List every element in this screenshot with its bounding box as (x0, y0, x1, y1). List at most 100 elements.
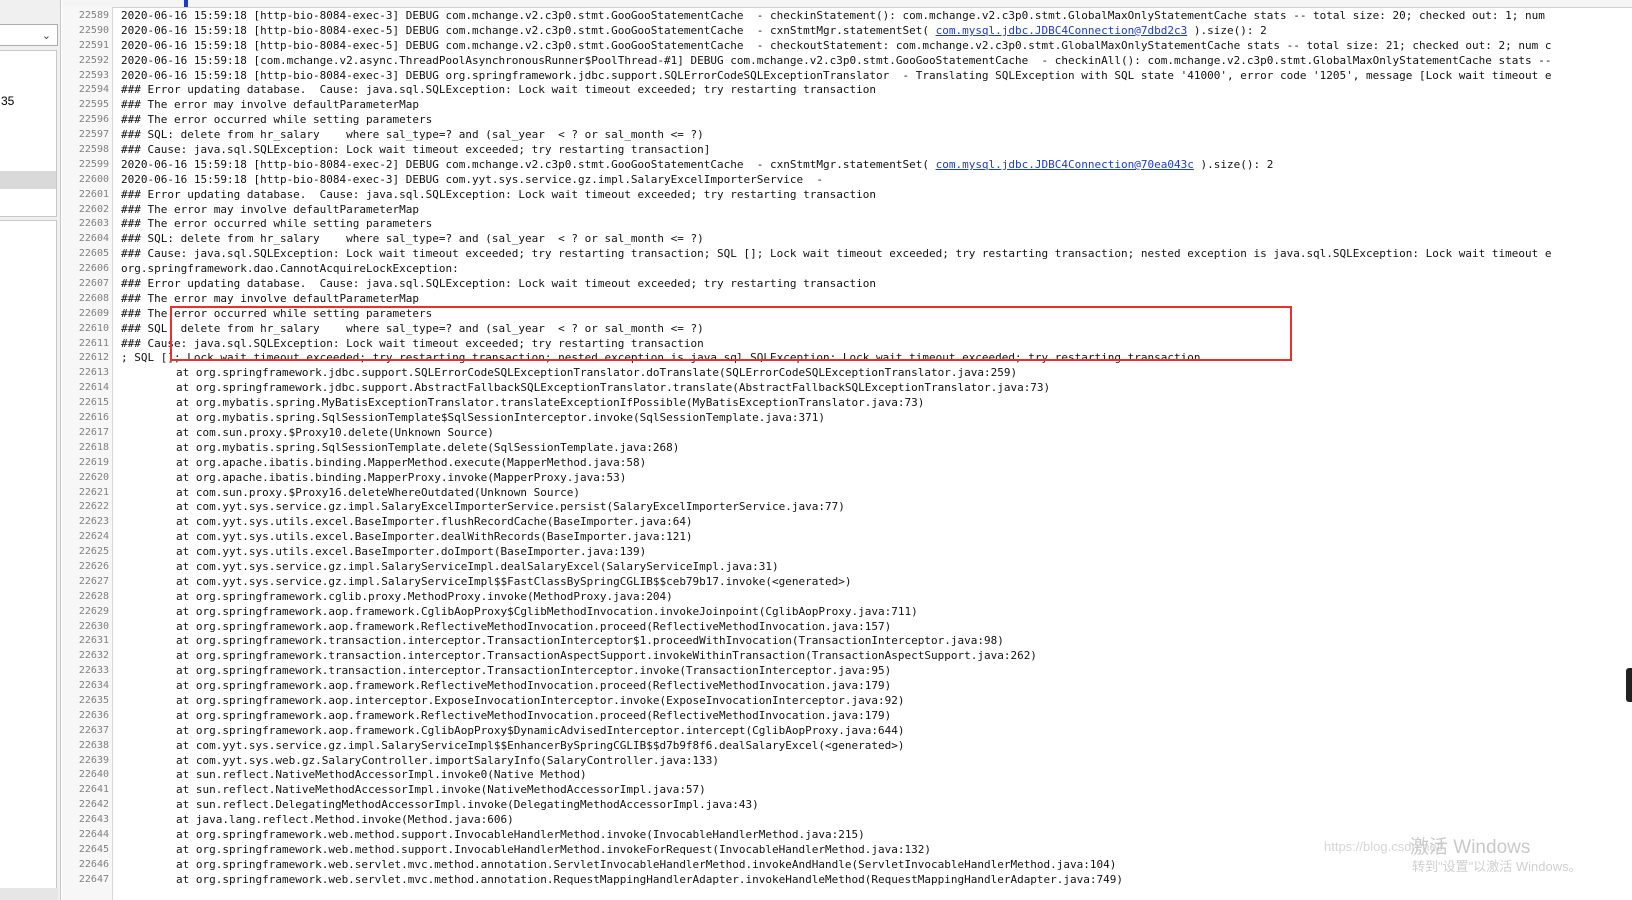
log-line[interactable]: 22596 ### The error occurred while settin… (62, 113, 1632, 128)
log-line-text: at sun.reflect.DelegatingMethodAccessorI… (121, 798, 759, 813)
log-line[interactable]: 22610 ### SQL: delete from hr_salary wher… (62, 322, 1632, 337)
line-number: 22605 (78, 248, 109, 260)
log-line[interactable]: 22627 at com.yyt.sys.service.gz.impl.Sala… (62, 575, 1632, 590)
log-line[interactable]: 22626 at com.yyt.sys.service.gz.impl.Sala… (62, 560, 1632, 575)
log-line[interactable]: 22613 at org.springframework.jdbc.support… (62, 366, 1632, 381)
log-line[interactable]: 22600 2020-06-16 15:59:18 [http-bio-8084-… (62, 173, 1632, 188)
log-line[interactable]: 22631 at org.springframework.transaction.… (62, 634, 1632, 649)
log-line[interactable]: 22615 at org.mybatis.spring.MyBatisExcept… (62, 396, 1632, 411)
log-line[interactable]: 22641 at sun.reflect.NativeMethodAccessor… (62, 783, 1632, 798)
connection-link[interactable]: com.mysql.jdbc.JDBC4Connection@7dbd2c3 (936, 24, 1188, 37)
line-number: 22616 (78, 412, 109, 424)
line-number: 22637 (78, 724, 109, 736)
line-number: 22646 (78, 858, 109, 870)
log-text-segment: 2020-06-16 15:59:18 [http-bio-8084-exec-… (121, 9, 1545, 22)
log-line-text: at org.mybatis.spring.SqlSessionTemplate… (121, 411, 825, 426)
log-line[interactable]: 22617 at com.sun.proxy.$Proxy10.delete(Un… (62, 426, 1632, 441)
right-edge-handle[interactable] (1626, 668, 1632, 702)
log-line-text: ### SQL: delete from hr_salary where sal… (121, 232, 704, 247)
line-number: 22643 (78, 814, 109, 826)
log-line[interactable]: 22634 at org.springframework.aop.framewor… (62, 679, 1632, 694)
log-line[interactable]: 22621 at com.sun.proxy.$Proxy16.deleteWhe… (62, 486, 1632, 501)
log-line[interactable]: 22605 ### Cause: java.sql.SQLException: L… (62, 247, 1632, 262)
log-line[interactable]: 22601 ### Error updating database. Cause:… (62, 188, 1632, 203)
log-line-text: at com.yyt.sys.service.gz.impl.SalarySer… (121, 560, 779, 575)
log-line-text: ### The error occurred while setting par… (121, 113, 432, 128)
log-line[interactable]: 22616 at org.mybatis.spring.SqlSessionTem… (62, 411, 1632, 426)
left-list-selected-row[interactable] (0, 171, 56, 189)
log-line[interactable]: 22625 at com.yyt.sys.utils.excel.BaseImpo… (62, 545, 1632, 560)
log-line-text: at org.springframework.jdbc.support.SQLE… (121, 366, 1017, 381)
log-line-text: org.springframework.dao.CannotAcquireLoc… (121, 262, 459, 277)
log-line[interactable]: 22622 at com.yyt.sys.service.gz.impl.Sala… (62, 500, 1632, 515)
log-line[interactable]: 22647 at org.springframework.web.servlet.… (62, 873, 1632, 888)
log-line[interactable]: 22623 at com.yyt.sys.utils.excel.BaseImpo… (62, 515, 1632, 530)
log-line[interactable]: 22632 at org.springframework.transaction.… (62, 649, 1632, 664)
log-line[interactable]: 22620 at org.apache.ibatis.binding.Mapper… (62, 471, 1632, 486)
log-line[interactable]: 22630 at org.springframework.aop.framewor… (62, 620, 1632, 635)
log-line[interactable]: 22593 2020-06-16 15:59:18 [http-bio-8084-… (62, 69, 1632, 84)
line-number: 22642 (78, 799, 109, 811)
line-number: 22606 (78, 263, 109, 275)
log-line[interactable]: 22642 at sun.reflect.DelegatingMethodAcce… (62, 798, 1632, 813)
log-line[interactable]: 22590 2020-06-16 15:59:18 [http-bio-8084-… (62, 24, 1632, 39)
log-line[interactable]: 22603 ### The error occurred while settin… (62, 217, 1632, 232)
log-line-text: at com.yyt.sys.utils.excel.BaseImporter.… (121, 545, 646, 560)
log-line[interactable]: 22594 ### Error updating database. Cause:… (62, 83, 1632, 98)
chevron-down-icon[interactable]: ⌄ (42, 29, 51, 42)
log-line[interactable]: 22602 ### The error may involve defaultPa… (62, 203, 1632, 218)
log-line[interactable]: 22611 ### Cause: java.sql.SQLException: L… (62, 337, 1632, 352)
connection-link[interactable]: com.mysql.jdbc.JDBC4Connection@70ea043c (936, 158, 1194, 171)
line-number: 22635 (78, 694, 109, 706)
log-line[interactable]: 22607 ### Error updating database. Cause:… (62, 277, 1632, 292)
log-text-segment: at org.apache.ibatis.binding.MapperMetho… (176, 455, 647, 469)
line-number: 22639 (78, 754, 109, 766)
line-number: 22634 (78, 680, 109, 692)
log-line-text: ### Error updating database. Cause: java… (121, 188, 876, 203)
log-line[interactable]: 22599 2020-06-16 15:59:18 [http-bio-8084-… (62, 158, 1632, 173)
log-line[interactable]: 22629 at org.springframework.aop.framewor… (62, 605, 1632, 620)
left-tree[interactable] (0, 220, 57, 890)
log-line[interactable]: 22591 2020-06-16 15:59:18 [http-bio-8084-… (62, 39, 1632, 54)
log-line[interactable]: 22628 at org.springframework.cglib.proxy.… (62, 590, 1632, 605)
log-line-text: at org.springframework.transaction.inter… (121, 649, 1037, 664)
log-line[interactable]: 22633 at org.springframework.transaction.… (62, 664, 1632, 679)
line-number: 22613 (78, 367, 109, 379)
log-editor[interactable]: 22589 2020-06-16 15:59:18 [http-bio-8084-… (62, 9, 1632, 900)
log-line[interactable]: 22609 ### The error occurred while settin… (62, 307, 1632, 322)
log-line[interactable]: 22638 at com.yyt.sys.service.gz.impl.Sala… (62, 739, 1632, 754)
log-text-segment: ; SQL []; Lock wait timeout exceeded; tr… (121, 351, 1201, 365)
log-line[interactable]: 22618 at org.mybatis.spring.SqlSessionTem… (62, 441, 1632, 456)
log-line-text: at org.springframework.aop.framework.Ref… (121, 620, 891, 635)
log-line[interactable]: 22612 ; SQL []; Lock wait timeout exceede… (62, 351, 1632, 366)
log-line[interactable]: 22640 at sun.reflect.NativeMethodAccessor… (62, 768, 1632, 783)
left-list[interactable]: 35 (0, 50, 57, 217)
log-line[interactable]: 22598 ### Cause: java.sql.SQLException: L… (62, 143, 1632, 158)
log-line[interactable]: 22636 at org.springframework.aop.framewor… (62, 709, 1632, 724)
log-text-segment: at com.yyt.sys.utils.excel.BaseImporter.… (176, 515, 693, 529)
line-number: 22608 (78, 292, 109, 304)
line-number: 22644 (78, 828, 109, 840)
log-line[interactable]: 22635 at org.springframework.aop.intercep… (62, 694, 1632, 709)
log-line-text: at com.sun.proxy.$Proxy16.deleteWhereOut… (121, 486, 580, 501)
log-line[interactable]: 22604 ### SQL: delete from hr_salary wher… (62, 232, 1632, 247)
log-line[interactable]: 22643 at java.lang.reflect.Method.invoke(… (62, 813, 1632, 828)
log-line[interactable]: 22637 at org.springframework.aop.framewor… (62, 724, 1632, 739)
left-dropdown[interactable]: ⌄ (0, 24, 58, 46)
log-text-segment: ### The error may involve defaultParamet… (121, 98, 420, 112)
log-line[interactable]: 22624 at com.yyt.sys.utils.excel.BaseImpo… (62, 530, 1632, 545)
log-line[interactable]: 22639 at com.yyt.sys.web.gz.SalaryControl… (62, 754, 1632, 769)
log-text-segment: ### Cause: java.sql.SQLException: Lock w… (121, 143, 711, 157)
log-line[interactable]: 22606 org.springframework.dao.CannotAcqui… (62, 262, 1632, 277)
log-line[interactable]: 22597 ### SQL: delete from hr_salary wher… (62, 128, 1632, 143)
log-line[interactable]: 22589 2020-06-16 15:59:18 [http-bio-8084-… (62, 9, 1632, 24)
log-line[interactable]: 22646 at org.springframework.web.servlet.… (62, 858, 1632, 873)
log-line[interactable]: 22592 2020-06-16 15:59:18 [com.mchange.v2… (62, 54, 1632, 69)
log-line-text: at com.yyt.sys.utils.excel.BaseImporter.… (121, 530, 693, 545)
log-line[interactable]: 22619 at org.apache.ibatis.binding.Mapper… (62, 456, 1632, 471)
windows-activation-subtitle: 转到"设置"以激活 Windows。 (1412, 859, 1582, 874)
log-text-segment: at org.springframework.transaction.inter… (176, 649, 1037, 663)
log-line[interactable]: 22614 at org.springframework.jdbc.support… (62, 381, 1632, 396)
log-line[interactable]: 22595 ### The error may involve defaultPa… (62, 98, 1632, 113)
log-line[interactable]: 22608 ### The error may involve defaultPa… (62, 292, 1632, 307)
